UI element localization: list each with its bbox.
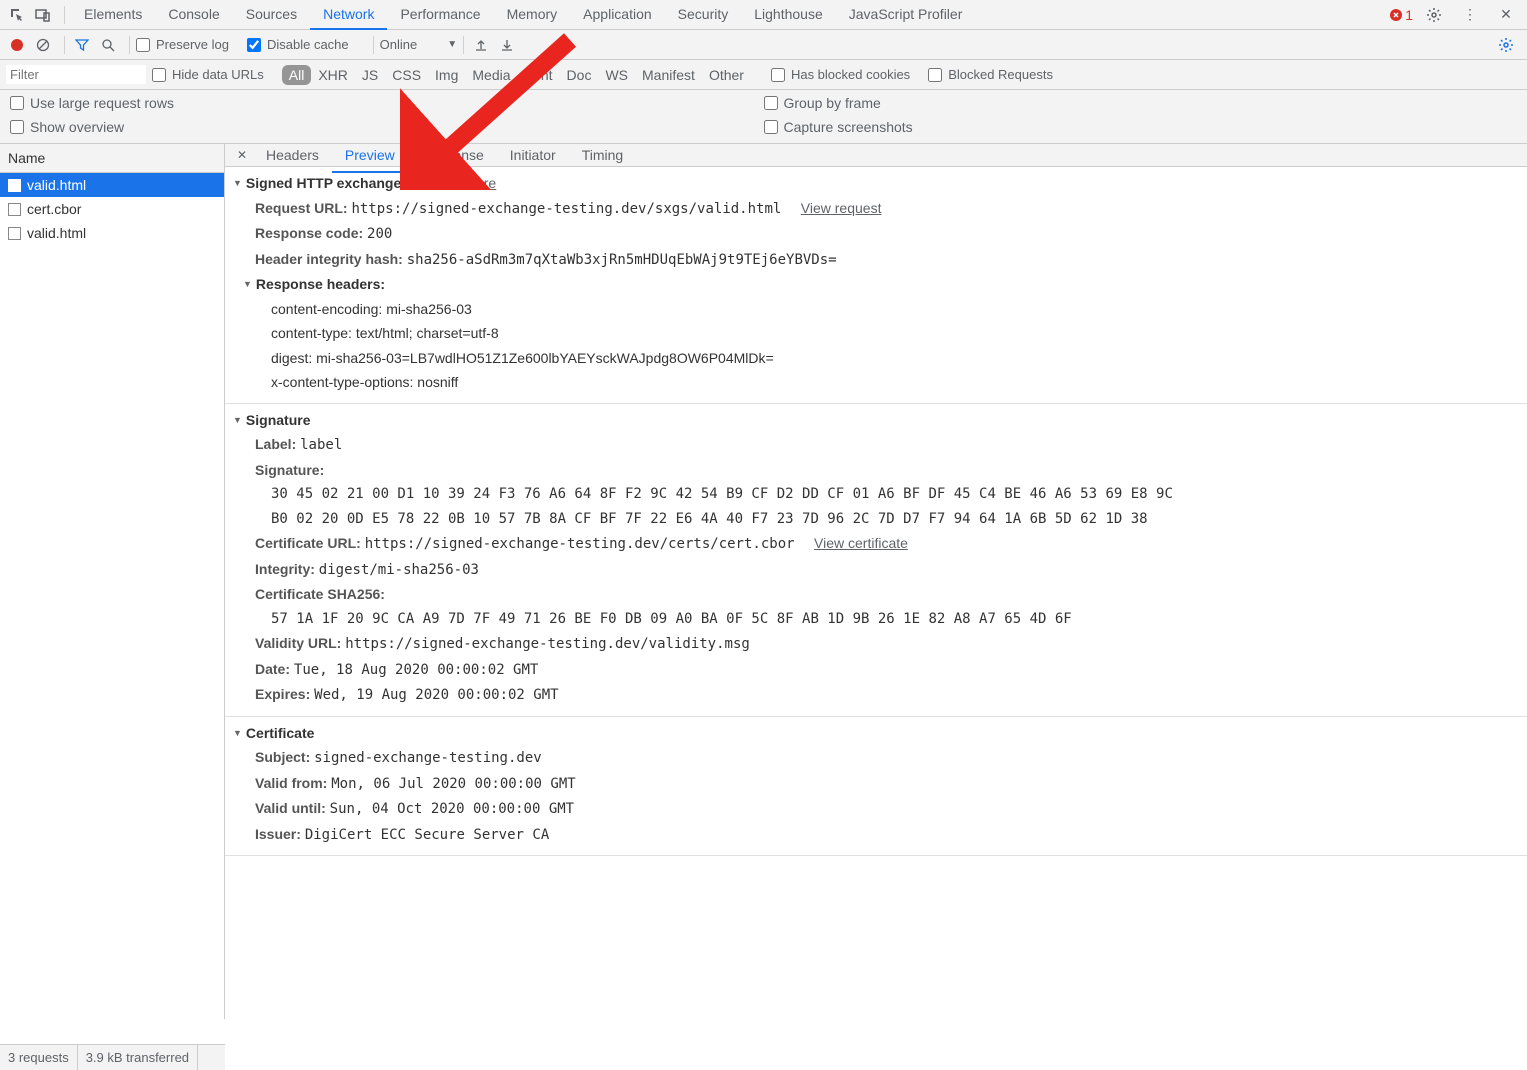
signature-section-title[interactable]: Signature	[233, 412, 311, 428]
has-blocked-cookies[interactable]: Has blocked cookies	[771, 67, 910, 82]
download-icon[interactable]	[496, 34, 518, 56]
signature-hex: B0 02 20 0D E5 78 22 0B 10 57 7B 8A CF B…	[233, 507, 1519, 532]
cert-sha-hex: 57 1A 1F 20 9C CA A9 7D 7F 49 71 26 BE F…	[233, 607, 1519, 632]
response-header: content-encoding: mi-sha256-03	[233, 297, 1519, 322]
network-settings-gear-icon[interactable]	[1495, 34, 1517, 56]
tab-console[interactable]: Console	[155, 0, 232, 30]
kebab-menu-icon[interactable]: ⋮	[1459, 4, 1481, 26]
error-count-value: 1	[1405, 7, 1413, 23]
tab-network[interactable]: Network	[310, 0, 387, 30]
close-detail-icon[interactable]: ✕	[231, 144, 253, 166]
inspect-icon[interactable]	[6, 4, 28, 26]
type-filter-css[interactable]: CSS	[385, 65, 428, 85]
filter-icon[interactable]	[71, 34, 93, 56]
hide-data-urls[interactable]: Hide data URLs	[152, 67, 264, 82]
divider	[129, 36, 130, 54]
request-row[interactable]: cert.cbor	[0, 197, 224, 221]
request-row[interactable]: valid.html	[0, 173, 224, 197]
use-large-rows[interactable]: Use large request rows	[10, 95, 746, 111]
type-filter-js[interactable]: JS	[355, 65, 385, 85]
divider	[64, 36, 65, 54]
disable-cache[interactable]: Disable cache	[247, 37, 349, 52]
filter-input[interactable]	[6, 65, 146, 84]
device-toggle-icon[interactable]	[32, 4, 54, 26]
type-filter-pills: AllXHRJSCSSImgMediaFontDocWSManifestOthe…	[282, 65, 751, 85]
detail-tabs: ✕ HeadersPreviewResponseInitiatorTiming	[225, 144, 1527, 167]
request-name: valid.html	[27, 225, 86, 241]
status-bar: 3 requests 3.9 kB transferred	[0, 1044, 225, 1070]
capture-screenshots[interactable]: Capture screenshots	[764, 119, 1500, 135]
file-icon	[8, 179, 21, 192]
file-icon	[8, 203, 21, 216]
tab-memory[interactable]: Memory	[494, 0, 571, 30]
network-options: Use large request rows Group by frame Sh…	[0, 90, 1527, 144]
error-count[interactable]: 1	[1389, 7, 1413, 23]
view-request-link[interactable]: View request	[801, 200, 882, 216]
tab-sources[interactable]: Sources	[233, 0, 310, 30]
divider	[463, 36, 464, 54]
type-filter-img[interactable]: Img	[428, 65, 465, 85]
tab-application[interactable]: Application	[570, 0, 665, 30]
certificate-section-title[interactable]: Certificate	[233, 725, 314, 741]
request-row[interactable]: valid.html	[0, 221, 224, 245]
sxg-section-title[interactable]: Signed HTTP exchange	[233, 175, 401, 191]
network-toolbar: Preserve log Disable cache Online▼	[0, 30, 1527, 60]
gear-icon[interactable]	[1423, 4, 1445, 26]
blocked-requests[interactable]: Blocked Requests	[928, 67, 1053, 82]
tab-performance[interactable]: Performance	[387, 0, 493, 30]
throttle-select[interactable]: Online▼	[380, 37, 457, 52]
type-filter-all[interactable]: All	[282, 65, 312, 85]
response-header: digest: mi-sha256-03=LB7wdlHO51Z1Ze600lb…	[233, 346, 1519, 371]
clear-icon[interactable]	[32, 34, 54, 56]
status-transferred: 3.9 kB transferred	[78, 1045, 198, 1070]
request-name: valid.html	[27, 177, 86, 193]
upload-icon[interactable]	[470, 34, 492, 56]
divider	[373, 36, 374, 54]
record-icon[interactable]	[6, 34, 28, 56]
type-filter-media[interactable]: Media	[465, 65, 517, 85]
response-headers-toggle[interactable]: Response headers:	[225, 272, 1519, 297]
signature-hex: 30 45 02 21 00 D1 10 39 24 F3 76 A6 64 8…	[233, 482, 1519, 507]
response-header: content-type: text/html; charset=utf-8	[233, 321, 1519, 346]
type-filter-other[interactable]: Other	[702, 65, 751, 85]
filter-bar: Hide data URLs AllXHRJSCSSImgMediaFontDo…	[0, 60, 1527, 90]
show-overview[interactable]: Show overview	[10, 119, 746, 135]
type-filter-font[interactable]: Font	[518, 65, 560, 85]
tab-javascript-profiler[interactable]: JavaScript Profiler	[836, 0, 976, 30]
preserve-log[interactable]: Preserve log	[136, 37, 229, 52]
tab-security[interactable]: Security	[665, 0, 742, 30]
close-icon[interactable]: ✕	[1495, 4, 1517, 26]
detail-pane: ✕ HeadersPreviewResponseInitiatorTiming …	[225, 144, 1527, 1019]
type-filter-xhr[interactable]: XHR	[311, 65, 355, 85]
type-filter-doc[interactable]: Doc	[560, 65, 599, 85]
name-column-header[interactable]: Name	[0, 144, 224, 173]
preview-body: Signed HTTP exchange Learn more Request …	[225, 167, 1527, 1019]
request-list: Name valid.html cert.cbor valid.html	[0, 144, 225, 1019]
devtools-tab-bar: ElementsConsoleSourcesNetworkPerformance…	[0, 0, 1527, 30]
response-header: x-content-type-options: nosniff	[233, 370, 1519, 395]
type-filter-manifest[interactable]: Manifest	[635, 65, 702, 85]
view-certificate-link[interactable]: View certificate	[814, 535, 908, 551]
file-icon	[8, 227, 21, 240]
type-filter-ws[interactable]: WS	[598, 65, 635, 85]
tab-lighthouse[interactable]: Lighthouse	[741, 0, 836, 30]
tab-elements[interactable]: Elements	[71, 0, 155, 30]
divider	[64, 6, 65, 24]
search-icon[interactable]	[97, 34, 119, 56]
group-by-frame[interactable]: Group by frame	[764, 95, 1500, 111]
status-requests: 3 requests	[0, 1045, 78, 1070]
request-name: cert.cbor	[27, 201, 81, 217]
learn-more-link[interactable]: Learn more	[425, 175, 497, 191]
